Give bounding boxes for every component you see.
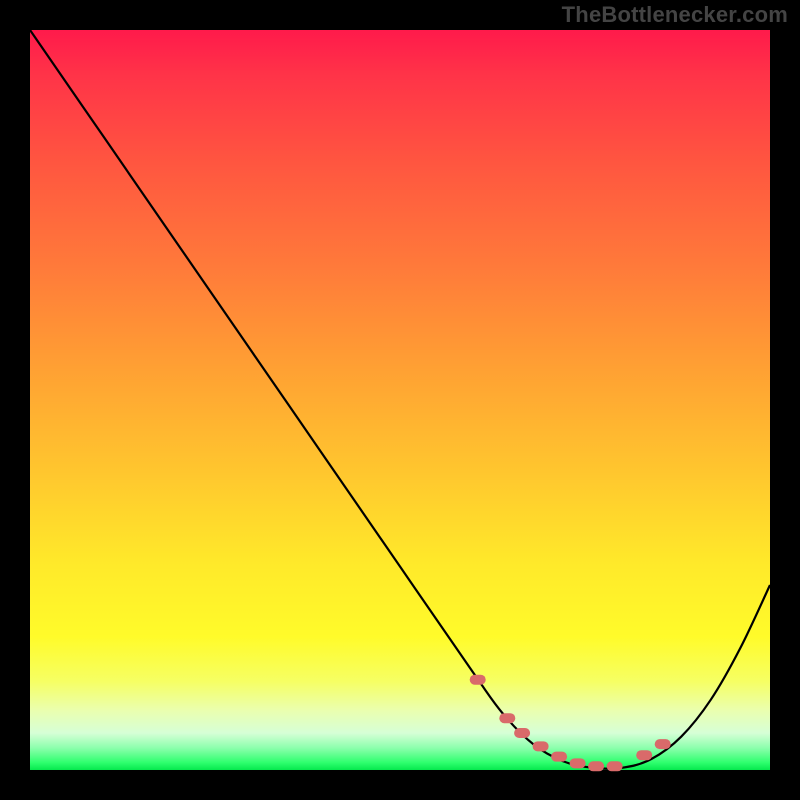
highlight-dot — [588, 761, 604, 771]
highlight-dot — [607, 761, 623, 771]
highlight-dot — [570, 758, 586, 768]
highlight-dot — [514, 728, 530, 738]
highlight-dot — [655, 739, 671, 749]
plot-area — [30, 30, 770, 770]
highlight-dot — [470, 675, 486, 685]
chart-frame: TheBottlenecker.com — [0, 0, 800, 800]
highlight-dot — [533, 741, 549, 751]
highlight-dot — [499, 713, 515, 723]
marker-group — [470, 675, 671, 772]
highlight-dot — [551, 752, 567, 762]
bottleneck-curve — [30, 30, 770, 769]
attribution-text: TheBottlenecker.com — [562, 2, 788, 28]
highlight-dot — [636, 750, 652, 760]
curve-layer — [30, 30, 770, 770]
